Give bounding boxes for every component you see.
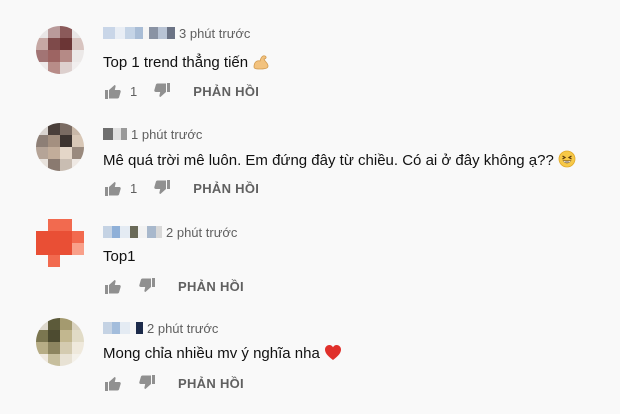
reply-button[interactable]: PHẢN HỒI	[178, 279, 244, 294]
like-icon[interactable]	[104, 179, 122, 197]
comment-time[interactable]: 2 phút trước	[147, 321, 218, 336]
author-name-pixelated[interactable]	[103, 226, 162, 238]
dislike-icon[interactable]	[153, 82, 171, 100]
comment-meta: 3 phút trước	[103, 25, 250, 41]
comment-actions: PHẢN HỒI	[104, 373, 244, 393]
avatar[interactable]	[36, 123, 84, 171]
comment-text: Top 1 trend thẳng tiến	[103, 52, 270, 74]
comment-meta: 2 phút trước	[103, 224, 237, 240]
red-heart-emoji	[324, 344, 342, 365]
flexed-biceps-emoji	[252, 52, 270, 74]
comment-text: Mê quá trời mê luôn. Em đứng đây từ chiề…	[103, 150, 576, 172]
grinning-squinting-face-emoji	[558, 150, 576, 172]
like-count: 1	[130, 83, 138, 99]
like-icon[interactable]	[104, 277, 122, 295]
comment-text-content: Top 1 trend thẳng tiến	[103, 54, 249, 71]
comment-meta: 1 phút trước	[103, 126, 202, 142]
comment-actions: PHẢN HỒI	[104, 276, 244, 296]
comment-text: Top1	[103, 248, 136, 265]
reply-button[interactable]: PHẢN HỒI	[193, 181, 259, 196]
comment-actions: 1 PHẢN HỒI	[104, 178, 259, 198]
dislike-icon[interactable]	[153, 179, 171, 197]
author-name-pixelated[interactable]	[103, 27, 175, 39]
reply-button[interactable]: PHẢN HỒI	[193, 84, 259, 99]
comment-time[interactable]: 2 phút trước	[166, 225, 237, 240]
comment-time[interactable]: 3 phút trước	[179, 26, 250, 41]
dislike-icon[interactable]	[138, 277, 156, 295]
author-name-pixelated[interactable]	[103, 322, 143, 334]
comment-text-content: Top1	[103, 248, 136, 265]
avatar[interactable]	[36, 219, 84, 267]
like-icon[interactable]	[104, 82, 122, 100]
comment-actions: 1 PHẢN HỒI	[104, 81, 259, 101]
like-icon[interactable]	[104, 374, 122, 392]
like-count: 1	[130, 180, 138, 196]
avatar[interactable]	[36, 26, 84, 74]
dislike-icon[interactable]	[138, 374, 156, 392]
comment-time[interactable]: 1 phút trước	[131, 127, 202, 142]
comment-text-content: Mong chỉa nhiều mv ý nghĩa nha	[103, 345, 320, 362]
reply-button[interactable]: PHẢN HỒI	[178, 376, 244, 391]
comment-text: Mong chỉa nhiều mv ý nghĩa nha	[103, 344, 342, 365]
comment-meta: 2 phút trước	[103, 320, 218, 336]
avatar[interactable]	[36, 318, 84, 366]
comment-text-content: Mê quá trời mê luôn. Em đứng đây từ chiề…	[103, 152, 554, 169]
author-name-pixelated[interactable]	[103, 128, 127, 140]
